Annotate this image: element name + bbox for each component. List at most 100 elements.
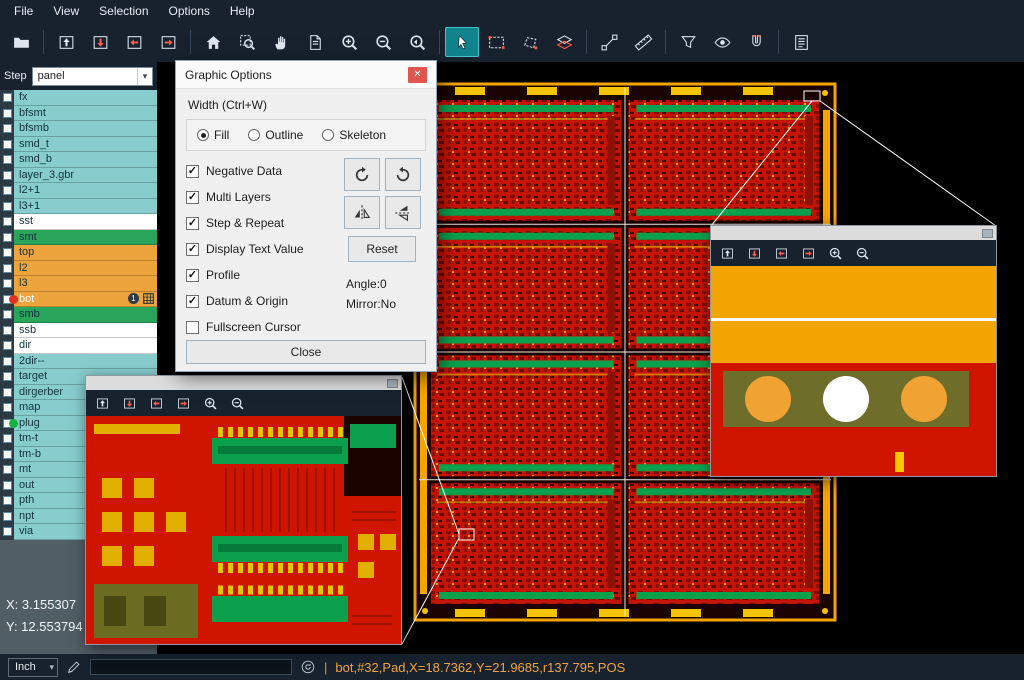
- layer-visibility-checkbox[interactable]: [3, 326, 12, 335]
- layer-row-smd_t[interactable]: smd_t: [0, 137, 157, 153]
- select-cursor-icon[interactable]: [445, 27, 479, 57]
- layer-visibility-checkbox[interactable]: [3, 434, 12, 443]
- layer-visibility-checkbox[interactable]: [3, 186, 12, 195]
- import-bottom-icon[interactable]: [117, 392, 142, 414]
- menu-item-view[interactable]: View: [43, 2, 89, 20]
- refresh-icon[interactable]: [300, 659, 316, 675]
- import-top-icon[interactable]: [49, 27, 83, 57]
- checkbox-step-repeat[interactable]: ✓Step & Repeat: [186, 210, 338, 236]
- magnifier-title-bar[interactable]: [711, 226, 996, 240]
- layer-visibility-checkbox[interactable]: [3, 496, 12, 505]
- menu-item-file[interactable]: File: [4, 2, 43, 20]
- rotate-cw-button[interactable]: [344, 158, 380, 191]
- layer-visibility-checkbox[interactable]: [3, 140, 12, 149]
- layer-row-smt[interactable]: smt: [0, 230, 157, 246]
- layer-visibility-checkbox[interactable]: [3, 403, 12, 412]
- home-view-icon[interactable]: [196, 27, 230, 57]
- import-left-icon[interactable]: [144, 392, 169, 414]
- measure-points-icon[interactable]: [592, 27, 626, 57]
- layer-visibility-checkbox[interactable]: [3, 465, 12, 474]
- view-eye-icon[interactable]: [705, 27, 739, 57]
- dialog-title-bar[interactable]: Graphic Options ✕: [176, 61, 436, 89]
- measure-ruler-icon[interactable]: [626, 27, 660, 57]
- step-dropdown[interactable]: panel ▾: [32, 67, 153, 86]
- menu-item-options[interactable]: Options: [159, 2, 220, 20]
- zoom-out-icon[interactable]: [850, 242, 875, 264]
- layer-stack-icon[interactable]: [547, 27, 581, 57]
- filter-funnel-icon[interactable]: [671, 27, 705, 57]
- layer-visibility-checkbox[interactable]: [3, 450, 12, 459]
- layer-visibility-checkbox[interactable]: [3, 527, 12, 536]
- rotate-ccw-button[interactable]: [385, 158, 421, 191]
- zoom-out-icon[interactable]: [225, 392, 250, 414]
- layer-row-top[interactable]: top: [0, 245, 157, 261]
- layer-visibility-checkbox[interactable]: [3, 357, 12, 366]
- layer-row-dir[interactable]: dir: [0, 338, 157, 354]
- radio-fill[interactable]: Fill: [197, 128, 229, 142]
- layer-row-sst[interactable]: sst: [0, 214, 157, 230]
- import-right-icon[interactable]: [151, 27, 185, 57]
- layer-row-bot[interactable]: bot1: [0, 292, 157, 308]
- layer-visibility-checkbox[interactable]: [3, 310, 12, 319]
- unit-dropdown[interactable]: Inch ▾: [8, 658, 58, 677]
- layer-visibility-checkbox[interactable]: [3, 481, 12, 490]
- zoom-in-icon[interactable]: [198, 392, 223, 414]
- import-top-icon[interactable]: [715, 242, 740, 264]
- magnifier-window-right[interactable]: [710, 225, 997, 477]
- layer-row-l3+1[interactable]: l3+1: [0, 199, 157, 215]
- snap-magnet-icon[interactable]: [739, 27, 773, 57]
- reset-button[interactable]: Reset: [348, 236, 416, 262]
- layer-visibility-checkbox[interactable]: [3, 124, 12, 133]
- layer-row-fx[interactable]: fx: [0, 90, 157, 106]
- magnifier-window-bottom-left[interactable]: [85, 375, 402, 645]
- layer-visibility-checkbox[interactable]: [3, 264, 12, 273]
- zoom-window-icon[interactable]: [230, 27, 264, 57]
- checkbox-multi-layers[interactable]: ✓Multi Layers: [186, 184, 338, 210]
- layer-visibility-checkbox[interactable]: [3, 93, 12, 102]
- checkbox-profile[interactable]: ✓Profile: [186, 262, 338, 288]
- draw-icon[interactable]: [66, 659, 82, 675]
- window-control-icon[interactable]: [387, 379, 398, 388]
- layer-row-smd_b[interactable]: smd_b: [0, 152, 157, 168]
- select-rectangle-icon[interactable]: [479, 27, 513, 57]
- layer-visibility-checkbox[interactable]: [3, 202, 12, 211]
- layer-visibility-checkbox[interactable]: [3, 372, 12, 381]
- layer-visibility-checkbox[interactable]: [3, 109, 12, 118]
- radio-outline[interactable]: Outline: [248, 128, 303, 142]
- import-bottom-icon[interactable]: [83, 27, 117, 57]
- layer-row-l2+1[interactable]: l2+1: [0, 183, 157, 199]
- close-icon[interactable]: ✕: [408, 67, 427, 83]
- import-bottom-icon[interactable]: [742, 242, 767, 264]
- zoom-previous-icon[interactable]: [400, 27, 434, 57]
- layer-visibility-checkbox[interactable]: [3, 155, 12, 164]
- import-left-icon[interactable]: [769, 242, 794, 264]
- window-control-icon[interactable]: [982, 229, 993, 238]
- import-top-icon[interactable]: [90, 392, 115, 414]
- layer-row-l2[interactable]: l2: [0, 261, 157, 277]
- layer-visibility-checkbox[interactable]: [3, 388, 12, 397]
- layer-row-ssb[interactable]: ssb: [0, 323, 157, 339]
- checkbox-display-text-value[interactable]: ✓Display Text Value: [186, 236, 338, 262]
- layer-row-l3[interactable]: l3: [0, 276, 157, 292]
- layer-row-2dir--[interactable]: 2dir--: [0, 354, 157, 370]
- radio-skeleton[interactable]: Skeleton: [322, 128, 386, 142]
- command-input[interactable]: [90, 659, 292, 675]
- menu-item-selection[interactable]: Selection: [89, 2, 158, 20]
- zoom-in-icon[interactable]: [332, 27, 366, 57]
- layer-row-layer_3.gbr[interactable]: layer_3.gbr: [0, 168, 157, 184]
- layer-row-smb[interactable]: smb: [0, 307, 157, 323]
- select-polygon-icon[interactable]: [513, 27, 547, 57]
- zoom-in-icon[interactable]: [823, 242, 848, 264]
- layer-row-bfsmb[interactable]: bfsmb: [0, 121, 157, 137]
- import-right-icon[interactable]: [796, 242, 821, 264]
- checkbox-negative-data[interactable]: ✓Negative Data: [186, 158, 338, 184]
- report-list-icon[interactable]: [784, 27, 818, 57]
- layer-visibility-checkbox[interactable]: [3, 279, 12, 288]
- open-folder-icon[interactable]: [4, 27, 38, 57]
- checkbox-fullscreen-cursor[interactable]: Fullscreen Cursor: [186, 314, 338, 340]
- magnifier-title-bar[interactable]: [86, 376, 401, 390]
- import-right-icon[interactable]: [171, 392, 196, 414]
- menu-item-help[interactable]: Help: [220, 2, 265, 20]
- checkbox-datum-origin[interactable]: ✓Datum & Origin: [186, 288, 338, 314]
- mirror-horizontal-button[interactable]: [344, 196, 380, 229]
